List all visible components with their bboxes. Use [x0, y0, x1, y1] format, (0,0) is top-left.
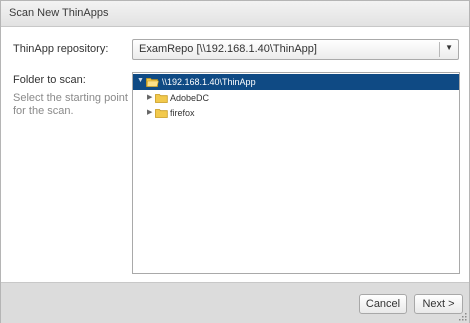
tree-node-root-label: \\192.168.1.40\ThinApp	[162, 77, 256, 87]
scan-thinapps-dialog: Scan New ThinApps ThinApp repository: Ex…	[0, 0, 470, 323]
chevron-down-icon[interactable]: ▼	[445, 43, 453, 52]
dialog-title: Scan New ThinApps	[9, 7, 109, 19]
folder-open-icon	[146, 78, 159, 87]
repository-select-value: ExamRepo [\\192.168.1.40\ThinApp]	[139, 43, 317, 55]
repository-select[interactable]: ExamRepo [\\192.168.1.40\ThinApp] ▼	[132, 39, 459, 60]
folder-label: Folder to scan:	[13, 74, 86, 86]
triangle-down-icon[interactable]: ▼	[137, 77, 144, 84]
cancel-button[interactable]: Cancel	[359, 294, 407, 314]
triangle-right-icon[interactable]: ▶	[147, 93, 152, 101]
next-button[interactable]: Next >	[414, 294, 463, 314]
dialog-footer: Cancel Next >	[1, 282, 469, 323]
folder-icon	[155, 109, 168, 118]
resize-grip-icon[interactable]	[459, 313, 467, 321]
select-divider	[439, 42, 440, 57]
folder-hint: Select the starting point for the scan.	[13, 92, 128, 117]
tree-node-label: AdobeDC	[170, 93, 210, 103]
dialog-titlebar[interactable]: Scan New ThinApps	[1, 1, 469, 27]
folder-tree[interactable]: ▼ \\192.168.1.40\ThinApp ▶ AdobeDC ▶ fir…	[132, 72, 460, 274]
repository-label: ThinApp repository:	[13, 43, 109, 55]
tree-node-label: firefox	[170, 108, 195, 118]
tree-node-root[interactable]: ▼ \\192.168.1.40\ThinApp	[133, 74, 459, 90]
triangle-right-icon[interactable]: ▶	[147, 108, 152, 116]
tree-node-adobedc[interactable]: ▶ AdobeDC	[133, 90, 459, 106]
tree-node-firefox[interactable]: ▶ firefox	[133, 105, 459, 121]
folder-icon	[155, 94, 168, 103]
